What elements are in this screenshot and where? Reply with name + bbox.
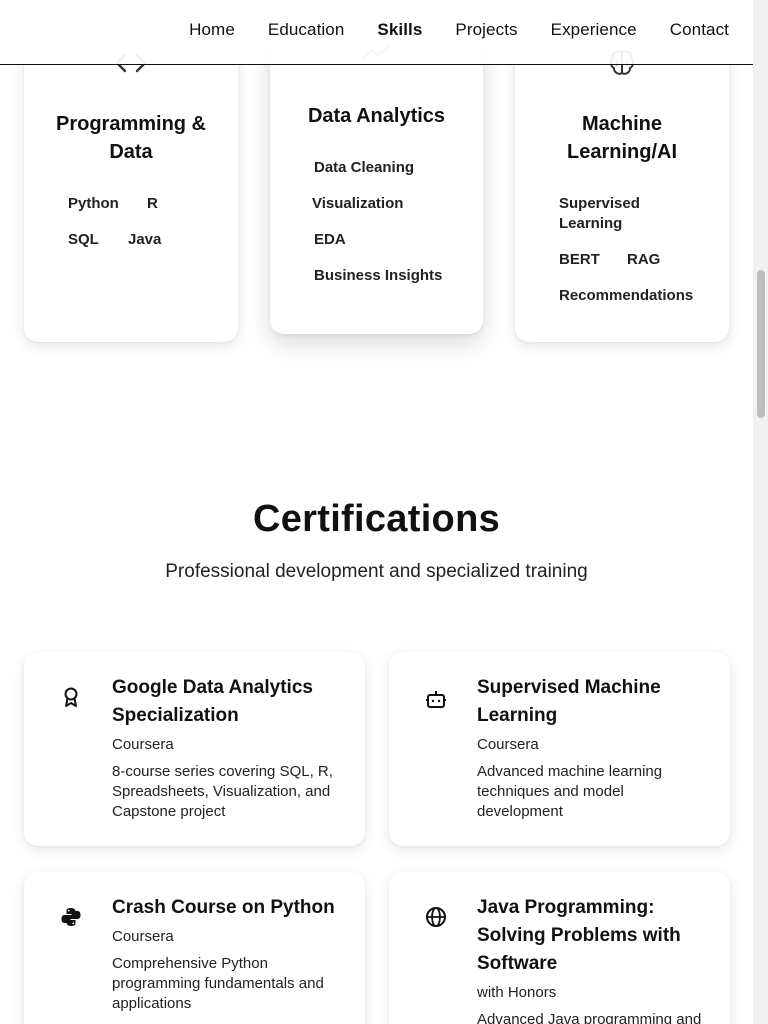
- skill-tag: Recommendations: [559, 287, 694, 304]
- nav-links: Home Education Skills Projects Experienc…: [156, 20, 729, 40]
- certifications-title: Certifications: [252, 498, 501, 540]
- skill-tag: Visualization: [312, 195, 404, 212]
- cert-title: Crash Course on Python: [112, 897, 335, 918]
- nav-education[interactable]: Education: [268, 20, 345, 40]
- skill-tag: RAG: [627, 251, 661, 268]
- cert-description: Advanced Java programming and: [477, 1011, 702, 1024]
- scrollbar-thumb[interactable]: [757, 270, 765, 418]
- globe-icon: [426, 907, 446, 927]
- robot-icon: [426, 691, 446, 708]
- nav-contact[interactable]: Contact: [670, 20, 729, 40]
- nav-skills[interactable]: Skills: [377, 20, 422, 40]
- scrollbar-track[interactable]: [753, 0, 768, 1024]
- skill-tag: BERT: [559, 251, 600, 268]
- skill-tag: EDA: [314, 231, 346, 248]
- cert-title: Supervised Machine Learning: [477, 677, 661, 726]
- cert-org: with Honors: [477, 984, 557, 1001]
- skill-tag: Supervised: [559, 195, 640, 212]
- skill-card-title: Data Analytics: [307, 105, 446, 127]
- skill-card-title: Machine Learning/AI: [566, 113, 677, 163]
- cert-org: Coursera: [477, 736, 539, 753]
- cert-card-supervised-ml: Supervised Machine Learning Coursera Adva…: [389, 652, 730, 846]
- skill-tag: Python: [68, 195, 119, 212]
- nav-projects[interactable]: Projects: [455, 20, 517, 40]
- python-icon: [61, 908, 81, 926]
- award-icon: [64, 687, 78, 707]
- cert-title: Google Data Analytics Specialization: [112, 677, 313, 726]
- cert-card-java: Java Programming: Solving Problems with So…: [389, 872, 730, 1024]
- skill-tag: Learning: [559, 215, 623, 232]
- nav-experience[interactable]: Experience: [551, 20, 637, 40]
- skill-tag: Java: [128, 231, 162, 248]
- nav-home[interactable]: Home: [189, 20, 235, 40]
- skill-tag: R: [147, 195, 158, 212]
- skill-tag: Data Cleaning: [314, 159, 415, 176]
- cert-description: Advanced machine learning techniques and …: [477, 763, 663, 820]
- cert-description: 8-course series covering SQL, R, Spreadsh…: [112, 763, 333, 820]
- certifications-subtitle: Professional development and specialized…: [165, 561, 588, 582]
- top-navigation: Home Education Skills Projects Experienc…: [0, 0, 753, 65]
- cert-org: Coursera: [112, 928, 174, 945]
- skill-tag: Business Insights: [314, 267, 443, 284]
- cert-description: Comprehensive Python programming fundamen…: [112, 955, 324, 1012]
- cert-title: Java Programming: Solving Problems with So…: [477, 897, 681, 974]
- skill-card-title: Programming & Data: [55, 113, 207, 163]
- skill-card-data-analytics: Data Analytics Data Cleaning Visualizati…: [270, 22, 483, 334]
- cert-org: Coursera: [112, 736, 174, 753]
- skill-card-machine-learning: Machine Learning/AI Supervised Learning B…: [515, 30, 729, 342]
- cert-card-python: Crash Course on Python Coursera Comprehe…: [24, 872, 365, 1024]
- skill-tag: SQL: [68, 231, 99, 248]
- skill-card-programming: Programming & Data Python R SQL Java: [24, 30, 238, 342]
- cert-card-google-data-analytics: Google Data Analytics Specialization Cour…: [24, 652, 365, 846]
